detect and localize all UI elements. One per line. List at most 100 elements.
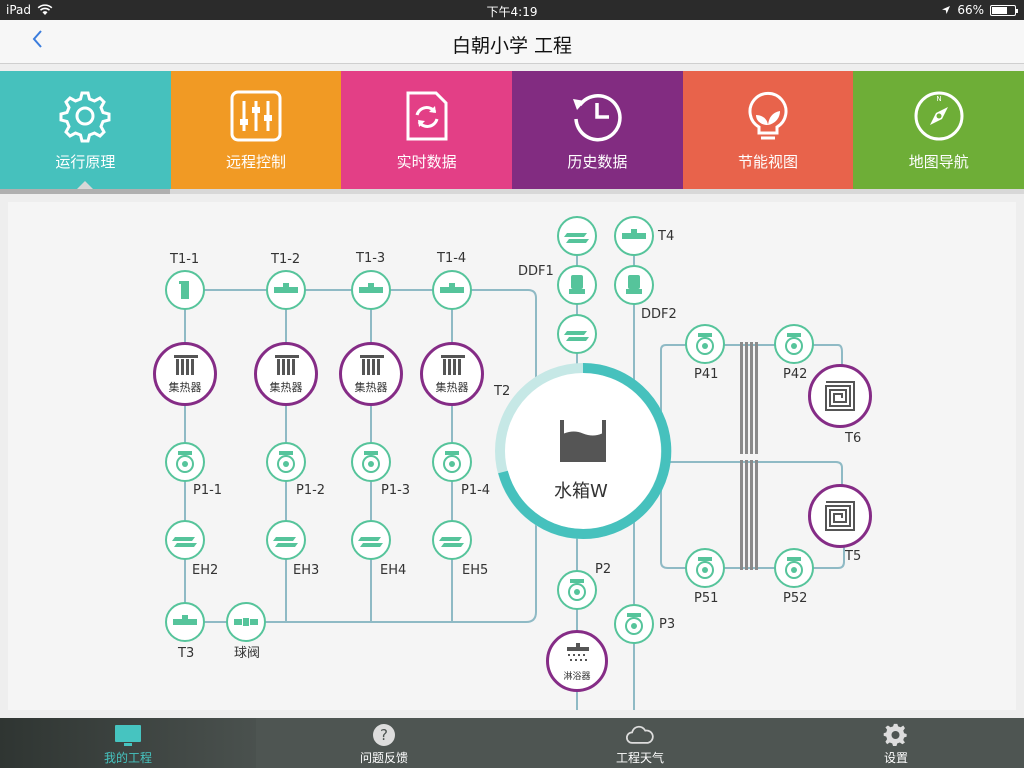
tab-settings[interactable]: 设置 (768, 718, 1024, 768)
label-t1-3: T1-3 (356, 251, 386, 266)
pump-p41[interactable] (685, 324, 725, 364)
sliders-icon (230, 90, 282, 142)
valve-icon (274, 283, 298, 293)
valve-icon (179, 281, 189, 299)
pump-p1-3[interactable] (351, 442, 391, 482)
pump-p51[interactable] (685, 548, 725, 588)
shower[interactable]: 淋浴器 (546, 630, 608, 692)
tab-operation-principle[interactable]: 运行原理 (0, 71, 171, 189)
refresh-document-icon (406, 91, 448, 141)
water-tank[interactable] (495, 362, 672, 539)
valve-ddf2[interactable] (614, 265, 654, 305)
label-p52: P52 (783, 591, 808, 606)
heater-top[interactable] (557, 216, 597, 256)
label-ball-valve: 球阀 (234, 646, 261, 661)
pump-p1-4[interactable] (432, 442, 472, 482)
tab-map-navigation[interactable]: N 地图导航 (853, 71, 1024, 189)
valve-t1-3[interactable] (351, 270, 391, 310)
heater-icon (273, 537, 298, 547)
label-eh4: EH4 (380, 563, 407, 578)
pump-icon (568, 579, 586, 601)
question-icon: ? (373, 724, 395, 746)
collector-label: 集热器 (354, 381, 388, 394)
heater-eh2[interactable] (165, 520, 205, 560)
tab-label: 节能视图 (738, 153, 799, 171)
heater-eh4[interactable] (351, 520, 391, 560)
tab-history-data[interactable]: 历史数据 (512, 71, 683, 189)
label-p1-2: P1-2 (296, 483, 326, 498)
tab-weather[interactable]: 工程天气 (512, 718, 768, 768)
settings-gear-icon (883, 723, 907, 746)
valve-ddf1[interactable] (557, 265, 597, 305)
tab-remote-control[interactable]: 远程控制 (170, 71, 342, 189)
pump-icon (277, 451, 295, 473)
label-p41: P41 (694, 367, 719, 382)
monitor-icon (115, 725, 141, 746)
tab-my-projects[interactable]: 我的工程 (0, 718, 256, 768)
ball-valve[interactable] (226, 602, 266, 642)
collector-label: 集热器 (168, 381, 202, 394)
label-ddf1: DDF1 (518, 264, 554, 279)
valve-icon (173, 615, 197, 625)
tab-energy-saving-view[interactable]: 节能视图 (682, 71, 854, 189)
location-arrow-icon (942, 6, 951, 14)
water-tank-label: 水箱W (554, 481, 608, 502)
pump-p1-1[interactable] (165, 442, 205, 482)
label-t2: T2 (494, 384, 511, 399)
system-diagram: 水箱W T1-1 T1-2 T1-3 T1-4 集热器 集热器 集热器 集热器 … (8, 202, 1016, 710)
function-tabs: 运行原理 远程控制 实时数据 历史数据 节能视图 N 地图导航 (0, 71, 1024, 189)
solar-collector-1[interactable]: 集热器 (153, 342, 217, 406)
pump-icon (696, 557, 714, 579)
pump-p3[interactable] (614, 604, 654, 644)
heater-icon (439, 537, 464, 547)
label-ddf2: DDF2 (641, 307, 677, 322)
svg-text:?: ? (380, 726, 388, 744)
collector-icon (360, 355, 384, 375)
history-clock-icon (573, 94, 622, 142)
floor-heating-icon (825, 501, 855, 531)
collector-icon (275, 355, 299, 375)
heater-eh3[interactable] (266, 520, 306, 560)
pump-icon (362, 451, 380, 473)
radiator-t6[interactable] (808, 364, 872, 428)
tab-label: 地图导航 (908, 153, 969, 171)
pump-p1-2[interactable] (266, 442, 306, 482)
label-eh3: EH3 (293, 563, 320, 578)
valve-t3[interactable] (165, 602, 205, 642)
solar-collector-4[interactable]: 集热器 (420, 342, 484, 406)
solenoid-valve-icon (626, 275, 642, 294)
label-p3: P3 (659, 617, 676, 632)
tab-feedback[interactable]: ? 问题反馈 (256, 718, 512, 768)
valve-t1-2[interactable] (266, 270, 306, 310)
label-t6: T6 (845, 431, 862, 446)
pump-icon (625, 613, 643, 635)
status-time: 下午4:19 (486, 5, 538, 19)
label-p2: P2 (595, 562, 612, 577)
tab-label: 远程控制 (226, 153, 287, 171)
valve-t1-4[interactable] (432, 270, 472, 310)
valve-t4[interactable] (614, 216, 654, 256)
pump-p2[interactable] (557, 570, 597, 610)
solar-collector-3[interactable]: 集热器 (339, 342, 403, 406)
label-t1-2: T1-2 (271, 252, 301, 267)
svg-text:N: N (936, 95, 941, 103)
valve-t1-1[interactable] (165, 270, 205, 310)
heater-middle[interactable] (557, 314, 597, 354)
tab-realtime-data[interactable]: 实时数据 (341, 71, 513, 189)
bottom-tab-bar: 我的工程 ? 问题反馈 工程天气 设置 (0, 718, 1024, 768)
shower-icon (567, 643, 589, 661)
label-p1-4: P1-4 (461, 483, 491, 498)
solar-collector-2[interactable]: 集热器 (254, 342, 318, 406)
pipe-network (184, 216, 845, 710)
radiator-t5[interactable] (808, 484, 872, 548)
compass-icon: N (914, 91, 964, 141)
heat-exchanger-lower (740, 460, 758, 570)
collector-icon (174, 355, 198, 375)
tab-label: 工程天气 (615, 751, 664, 765)
status-bar: iPad 下午4:19 66% (0, 0, 1024, 20)
pump-p52[interactable] (774, 548, 814, 588)
collector-label: 集热器 (435, 381, 469, 394)
heater-eh5[interactable] (432, 520, 472, 560)
pump-p42[interactable] (774, 324, 814, 364)
heater-icon (358, 537, 383, 547)
